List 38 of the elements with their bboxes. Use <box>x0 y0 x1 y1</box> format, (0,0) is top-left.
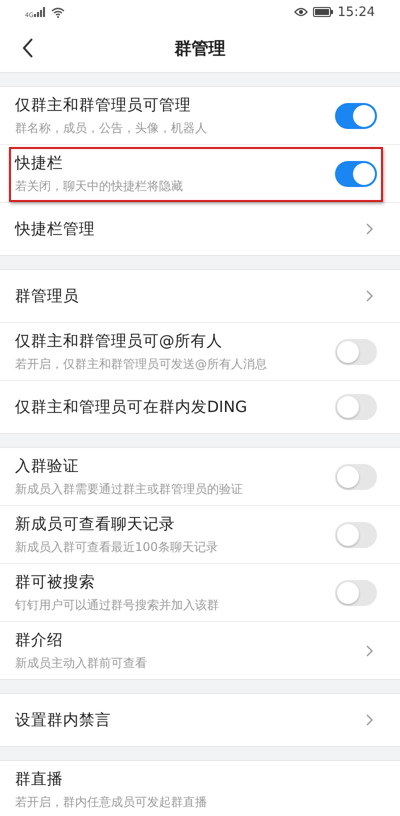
row-description: 若开启，群内任意成员可发起群直播 <box>15 794 207 810</box>
signal-icon <box>34 7 46 17</box>
battery-icon <box>312 7 333 17</box>
chevron-icon <box>366 714 373 726</box>
row-title: 仅群主和管理员可在群内发DING <box>15 396 248 418</box>
toggle-switch[interactable] <box>335 102 377 128</box>
row-description: 新成员入群需要通过群主或群管理员的验证 <box>15 480 243 498</box>
chevron-icon <box>366 644 373 656</box>
back-icon[interactable] <box>22 38 34 58</box>
clock-time: 15:24 <box>338 4 375 20</box>
toggle-switch[interactable] <box>335 464 377 490</box>
row-description: 新成员主动入群前可查看 <box>15 654 147 672</box>
row-title: 新成员可查看聊天记录 <box>15 514 176 534</box>
row-description: 新成员入群可查看最近100条聊天记录 <box>15 538 218 556</box>
row-title: 快捷栏管理 <box>15 218 95 240</box>
wifi-icon <box>51 6 66 18</box>
row-title: 设置群内禁言 <box>15 710 111 730</box>
row-title: 群可被搜索 <box>15 572 96 592</box>
row-title: 群管理员 <box>15 286 79 306</box>
row-description: 若开启，仅群主和群管理员可发送@所有人消息 <box>15 356 267 372</box>
row-description: 钉钉用户可以通过群号搜索并加入该群 <box>15 596 219 614</box>
row-title: 仅群主和群管理员可@所有人 <box>15 330 224 352</box>
toggle-switch[interactable] <box>335 522 377 548</box>
row-title: 群直播 <box>15 768 64 790</box>
row-description: 群名称，成员，公告，头像，机器人 <box>15 120 207 136</box>
row-description: 若关闭，聊天中的快捷栏将隐藏 <box>15 178 183 194</box>
eye-icon <box>294 7 308 17</box>
toggle-switch[interactable] <box>335 338 377 364</box>
toggle-switch[interactable] <box>335 394 377 420</box>
chevron-icon <box>366 223 373 235</box>
chevron-icon <box>366 290 373 302</box>
toggle-switch[interactable] <box>335 580 377 606</box>
row-title: 入群验证 <box>15 456 80 476</box>
page-title: 群管理 <box>174 38 226 60</box>
toggle-switch[interactable] <box>335 160 377 186</box>
row-title: 快捷栏 <box>15 152 64 174</box>
row-title: 群介绍 <box>15 630 64 650</box>
row-title: 仅群主和群管理员可管理 <box>15 94 192 116</box>
